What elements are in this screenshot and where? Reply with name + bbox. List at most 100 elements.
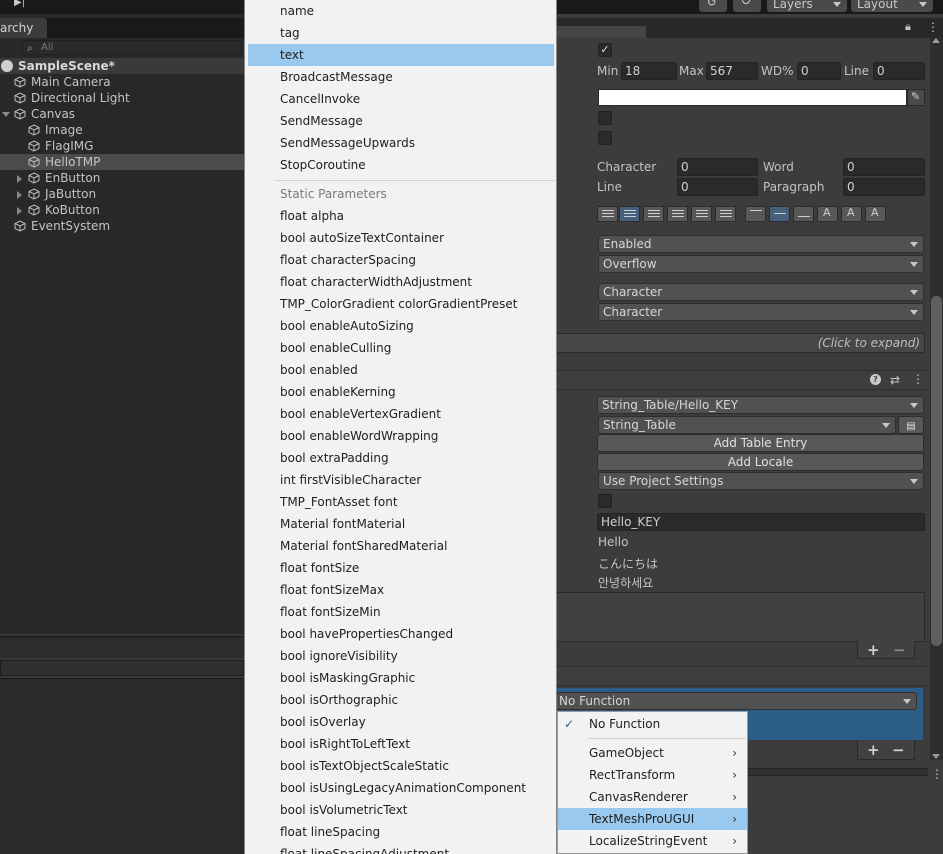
align-top-button[interactable] [745, 206, 766, 222]
wd-field[interactable]: 0 [797, 62, 841, 80]
menu-item[interactable]: bool isOverlay [248, 711, 554, 733]
menu-item[interactable]: bool isUsingLegacyAnimationComponent [248, 777, 554, 799]
paragraph-spacing-field[interactable]: 0 [843, 178, 925, 196]
submenu-item-canvasrenderer[interactable]: CanvasRenderer › [558, 786, 747, 808]
submenu-item-gameobject[interactable]: GameObject › [558, 742, 747, 764]
add-item-icon[interactable]: + [867, 642, 880, 658]
align-baseline-button[interactable]: A [817, 206, 838, 222]
component-menu-icon[interactable]: ⋮ [912, 372, 924, 386]
character-spacing-field[interactable]: 0 [677, 158, 758, 176]
horizontal-mapping-dropdown[interactable]: Character [598, 283, 924, 301]
project-search-input[interactable] [0, 660, 244, 676]
override-tags-checkbox[interactable] [598, 131, 612, 145]
hierarchy-item-jabutton[interactable]: JaButton [0, 186, 244, 202]
lock-icon[interactable]: 🔒︎ [905, 20, 911, 34]
menu-item[interactable]: bool enableKerning [248, 381, 554, 403]
function-dropdown[interactable]: No Function [556, 692, 917, 710]
localize-component-header[interactable]: ? ⇄ ⋮ [556, 370, 928, 390]
menu-item[interactable]: float fontSize [248, 557, 554, 579]
hierarchy-item-directional-light[interactable]: Directional Light [0, 90, 244, 106]
word-spacing-field[interactable]: 0 [843, 158, 925, 176]
menu-item[interactable]: StopCoroutine [248, 154, 554, 176]
remove-listener-icon[interactable]: − [892, 742, 905, 758]
foldout-closed-icon[interactable] [17, 207, 22, 215]
min-field[interactable]: 18 [621, 62, 677, 80]
menu-item[interactable]: SendMessage [248, 110, 554, 132]
menu-item[interactable]: float fontSizeMin [248, 601, 554, 623]
foldout-closed-icon[interactable] [17, 191, 22, 199]
menu-item[interactable]: tag [248, 22, 554, 44]
align-center-button[interactable] [619, 206, 640, 222]
smart-string-checkbox[interactable] [598, 494, 612, 508]
add-locale-button[interactable]: Add Locale [597, 453, 924, 471]
scroll-down-icon[interactable] [932, 754, 940, 759]
menu-item[interactable]: float alpha [248, 205, 554, 227]
align-capline-button[interactable]: A [865, 206, 886, 222]
menu-item[interactable]: float lineSpacing [248, 821, 554, 843]
tab-hierarchy[interactable]: archy [0, 18, 47, 38]
hierarchy-item-kobutton[interactable]: KoButton [0, 202, 244, 218]
align-geometry-button[interactable] [715, 206, 736, 222]
history-button[interactable]: ↺ [699, 0, 727, 12]
hierarchy-item-canvas[interactable]: Canvas [0, 106, 244, 122]
align-right-button[interactable] [643, 206, 664, 222]
overflow-dropdown[interactable]: Overflow [598, 255, 924, 273]
eyedropper-button[interactable]: ✎ [907, 89, 925, 106]
align-bottom-button[interactable] [793, 206, 814, 222]
hierarchy-item-hellotmp[interactable]: HelloTMP [0, 154, 244, 170]
submenu-item-recttransform[interactable]: RectTransform › [558, 764, 747, 786]
menu-item[interactable]: bool isOrthographic [248, 689, 554, 711]
wrapping-dropdown[interactable]: Enabled [598, 235, 924, 253]
extra-settings-foldout[interactable]: (Click to expand) [556, 333, 925, 353]
string-table-dropdown[interactable]: String_Table [598, 416, 896, 434]
vertical-mapping-dropdown[interactable]: Character [598, 303, 924, 321]
menu-item[interactable]: bool enableCulling [248, 337, 554, 359]
menu-item-highlighted[interactable]: text [248, 44, 554, 66]
submenu-item-textmeshprougui[interactable]: TextMeshProUGUI › [558, 808, 747, 830]
align-midline-button[interactable]: A [841, 206, 862, 222]
hierarchy-search-input[interactable]: ⌕ All [22, 40, 242, 55]
submenu-item-localizestringevent[interactable]: LocalizeStringEvent › [558, 830, 747, 852]
menu-item[interactable]: float fontSizeMax [248, 579, 554, 601]
hierarchy-item-enbutton[interactable]: EnButton [0, 170, 244, 186]
menu-item[interactable]: float lineSpacingAdjustment [248, 843, 554, 854]
search-button[interactable] [733, 0, 761, 12]
scroll-up-icon[interactable] [932, 38, 940, 43]
menu-item[interactable]: bool autoSizeTextContainer [248, 227, 554, 249]
inspector-scrollbar-thumb[interactable] [931, 296, 942, 646]
align-justify-button[interactable] [667, 206, 688, 222]
hierarchy-item-image[interactable]: Image [0, 122, 244, 138]
open-table-button[interactable]: ▤ [898, 416, 924, 434]
menu-item[interactable]: bool enableVertexGradient [248, 403, 554, 425]
layout-dropdown[interactable]: Layout [851, 0, 933, 12]
project-settings-dropdown[interactable]: Use Project Settings [598, 472, 924, 490]
hierarchy-item-scene[interactable]: SampleScene* [0, 58, 244, 74]
menu-item[interactable]: CancelInvoke [248, 88, 554, 110]
align-left-button[interactable] [597, 206, 618, 222]
add-listener-icon[interactable]: + [867, 742, 880, 758]
submenu-item-no-function[interactable]: ✓ No Function [558, 713, 747, 735]
menu-item[interactable]: bool isTextObjectScaleStatic [248, 755, 554, 777]
color-field[interactable] [598, 89, 907, 106]
layers-dropdown[interactable]: Layers [767, 0, 847, 12]
menu-item[interactable]: BroadcastMessage [248, 66, 554, 88]
menu-item[interactable]: float characterWidthAdjustment [248, 271, 554, 293]
more-options-icon[interactable]: ⋮ [931, 767, 943, 781]
help-icon[interactable]: ? [870, 374, 881, 385]
menu-item[interactable]: bool extraPadding [248, 447, 554, 469]
string-reference-dropdown[interactable]: String_Table/Hello_KEY [597, 396, 924, 414]
hierarchy-item-main-camera[interactable]: Main Camera [0, 74, 244, 90]
menu-item[interactable]: bool enableWordWrapping [248, 425, 554, 447]
more-options-icon[interactable]: ⋮ [927, 20, 939, 34]
menu-item[interactable]: name [248, 0, 554, 22]
autosize-checkbox[interactable]: ✓ [598, 43, 612, 57]
menu-item[interactable]: float characterSpacing [248, 249, 554, 271]
max-field[interactable]: 567 [706, 62, 758, 80]
foldout-open-icon[interactable] [2, 112, 10, 117]
foldout-closed-icon[interactable] [17, 175, 22, 183]
preset-icon[interactable]: ⇄ [890, 373, 900, 387]
menu-item[interactable]: SendMessageUpwards [248, 132, 554, 154]
menu-item[interactable]: Material fontSharedMaterial [248, 535, 554, 557]
align-flush-button[interactable] [691, 206, 712, 222]
key-field[interactable]: Hello_KEY [597, 513, 925, 531]
